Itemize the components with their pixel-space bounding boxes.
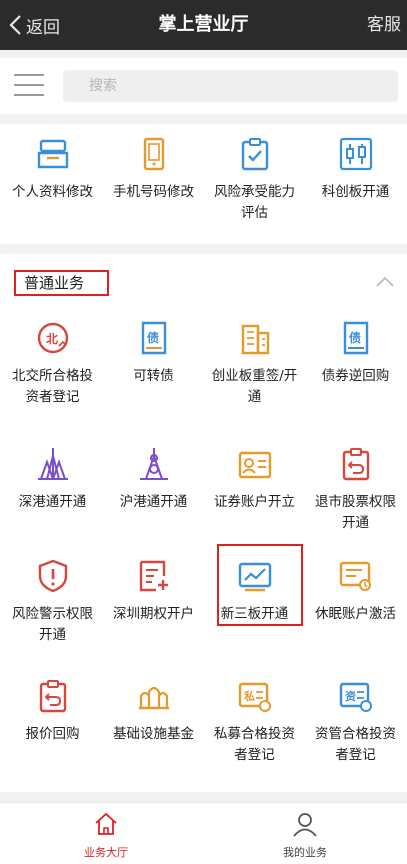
tab-business-hall[interactable]: 业务大厅: [46, 811, 166, 860]
beijing-exchange-icon: 北: [37, 322, 68, 354]
quick-action-label: 风险承受能力评估: [214, 184, 295, 221]
service-asset-management-investor[interactable]: 资 资管合格投资者登记: [305, 678, 406, 766]
service-delisted-stocks[interactable]: 退市股票权限开通: [305, 446, 406, 534]
shanghai-tower-icon: [139, 448, 168, 480]
quick-action-profile[interactable]: 个人资料修改: [2, 136, 103, 203]
service-beijing-exchange[interactable]: 北 北交所合格投资者登记: [2, 320, 103, 408]
service-chinext[interactable]: 创业板重签/开通: [204, 320, 305, 408]
service-label: 深圳期权开户: [113, 606, 194, 622]
quote-repo-icon: [39, 680, 66, 713]
service-label: 债券逆回购: [321, 368, 390, 384]
private-fund-icon: 私: [238, 682, 271, 712]
chevron-left-icon: [9, 15, 21, 35]
service-label: 沪港通开通: [119, 494, 188, 510]
service-label: 报价回购: [25, 726, 80, 742]
svg-text:私: 私: [244, 689, 255, 703]
svg-text:债: 债: [147, 330, 159, 345]
service-risk-warning[interactable]: 风险警示权限开通: [2, 558, 103, 646]
tab-label: 我的业务: [283, 846, 327, 859]
search-bar: 搜索: [0, 58, 407, 114]
service-reverse-repo[interactable]: 债 债券逆回购: [305, 320, 406, 387]
quick-action-star-market[interactable]: 科创板开通: [305, 136, 406, 203]
svg-text:债: 债: [349, 330, 361, 345]
tab-bar: 业务大厅 我的业务: [0, 802, 407, 864]
clipboard-check-icon: [241, 138, 268, 171]
service-shenzhen-hk-connect[interactable]: 深港通开通: [2, 446, 103, 513]
menu-icon[interactable]: [14, 74, 44, 98]
service-convertible-bond[interactable]: 债 可转债: [103, 320, 204, 387]
bond-document-icon: 债: [343, 321, 368, 355]
tab-label: 业务大厅: [84, 846, 128, 859]
service-label: 可转债: [133, 368, 174, 384]
service-label: 私募合格投资者登记: [214, 726, 295, 763]
highlight-box: [217, 544, 303, 626]
service-shanghai-hk-connect[interactable]: 沪港通开通: [103, 446, 204, 513]
user-icon: [293, 813, 317, 837]
service-quote-repo[interactable]: 报价回购: [2, 678, 103, 745]
service-label: 退市股票权限开通: [315, 494, 396, 531]
search-input[interactable]: 搜索: [63, 70, 398, 102]
quick-actions: 个人资料修改 手机号码修改 风险承受能力评估 科创板开通: [0, 124, 407, 244]
home-icon: [95, 812, 117, 835]
mobile-phone-icon: [143, 137, 164, 171]
back-button[interactable]: 返回: [8, 0, 60, 50]
service-label: 深港通开通: [18, 494, 87, 510]
svg-text:资: 资: [345, 689, 356, 703]
warning-shield-icon: [38, 559, 67, 593]
bond-document-icon: 债: [141, 321, 166, 355]
shenzhen-tower-icon: [37, 448, 68, 480]
return-clipboard-icon: [342, 448, 369, 481]
services-card: 普通业务 北 北交所合格投资者登记 债 可转债 创业板重签/开通 债 债券逆回购…: [0, 254, 407, 792]
quick-action-risk[interactable]: 风险承受能力评估: [204, 136, 305, 224]
service-shenzhen-options[interactable]: 深圳期权开户: [103, 558, 204, 625]
service-label: 基础设施基金: [113, 726, 194, 742]
infrastructure-fund-icon: [138, 686, 169, 710]
service-label: 北交所合格投资者登记: [12, 368, 93, 405]
top-bar: 返回 掌上营业厅 客服: [0, 0, 407, 50]
id-card-icon: [238, 451, 271, 479]
page-title: 掌上营业厅: [158, 14, 249, 35]
quick-action-label: 手机号码修改: [113, 184, 194, 200]
building-icon: [241, 324, 269, 355]
service-dormant-account[interactable]: 休眠账户激活: [305, 558, 406, 625]
service-infrastructure-fund[interactable]: 基础设施基金: [103, 678, 204, 745]
quick-action-label: 个人资料修改: [12, 184, 93, 200]
chevron-up-icon[interactable]: [375, 276, 395, 288]
tab-my-business[interactable]: 我的业务: [245, 811, 365, 860]
svg-text:北: 北: [46, 331, 58, 346]
service-label: 创业板重签/开通: [211, 368, 298, 405]
service-label: 休眠账户激活: [315, 606, 396, 622]
dormant-account-icon: [339, 561, 371, 591]
quick-action-label: 科创板开通: [321, 184, 390, 200]
options-document-icon: [139, 560, 168, 592]
asset-management-icon: 资: [339, 682, 372, 712]
profile-tray-icon: [37, 139, 68, 169]
service-label: 风险警示权限开通: [12, 606, 93, 643]
section-title: 普通业务: [14, 270, 109, 296]
candlestick-chart-icon: [339, 137, 372, 171]
service-label: 证券账户开立: [214, 494, 295, 510]
service-private-fund-investor[interactable]: 私 私募合格投资者登记: [204, 678, 305, 766]
back-label: 返回: [26, 17, 60, 38]
service-open-account[interactable]: 证券账户开立: [204, 446, 305, 513]
service-label: 资管合格投资者登记: [315, 726, 396, 763]
customer-service-button[interactable]: 客服: [367, 0, 401, 50]
quick-action-phone[interactable]: 手机号码修改: [103, 136, 204, 203]
